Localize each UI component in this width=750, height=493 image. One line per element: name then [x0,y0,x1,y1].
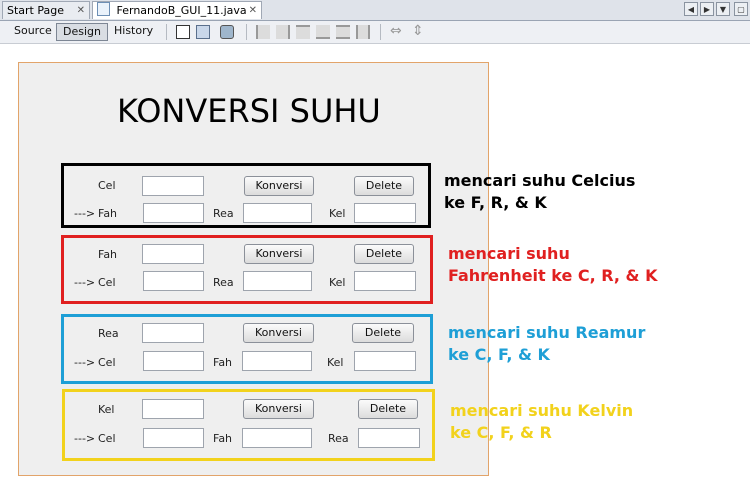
annotation-line: ke C, F, & K [448,345,550,364]
cel-convert-button[interactable]: Konversi [244,176,314,196]
kel-input-label: Kel [98,403,115,416]
rea-input-label: Rea [98,327,119,340]
annotation-line: mencari suhu Reamur [448,323,646,342]
fah-output-field[interactable] [143,203,204,223]
fahrenheit-annotation: mencari suhu Fahrenheit ke C, R, & K [448,243,657,287]
cel-delete-button[interactable]: Delete [354,176,414,196]
cel-output-field[interactable] [143,351,204,371]
fah-output-label: Fah [213,356,233,369]
toolbar-separator [380,24,381,40]
rea-input-field[interactable] [142,323,204,343]
rea-output-label: Rea [213,207,234,220]
fah-input-field[interactable] [142,244,204,264]
cel-output-label: Cel [98,432,116,445]
annotation-line: ke C, F, & R [450,423,552,442]
kelvin-annotation: mencari suhu Kelvin ke C, F, & R [450,400,633,444]
fah-output-label: Fah [213,432,233,445]
align-top-icon[interactable] [316,25,330,39]
preview-design-icon[interactable] [220,25,234,39]
fah-delete-button[interactable]: Delete [354,244,414,264]
cel-output-label: Cel [98,356,116,369]
cel-input-label: Cel [98,179,116,192]
cel-output-field[interactable] [143,428,204,448]
scroll-left-icon[interactable]: ◀ [684,2,698,16]
resize-vertical-icon[interactable]: ⇕ [412,24,426,39]
arrow-label: ---> [74,432,96,445]
tab-java-file[interactable]: FernandoB_GUI_11.java ✕ [92,1,262,19]
java-file-icon [97,2,110,16]
rea-output-label: Rea [328,432,349,445]
kel-output-label: Kel [329,207,346,220]
toolbar-separator [246,24,247,40]
resize-horizontal-icon[interactable]: ⇔ [390,24,404,39]
align-left-icon[interactable] [256,25,270,39]
rea-output-field[interactable] [358,428,420,448]
annotation-line: mencari suhu Celcius [444,171,636,190]
kel-output-field[interactable] [354,203,416,223]
arrow-label: ---> [74,207,96,220]
form-title: KONVERSI SUHU [117,92,381,130]
editor-toolbar: Source Design History ⇔ ⇕ [0,21,750,44]
design-view-button[interactable]: Design [56,23,108,41]
kel-output-field[interactable] [354,351,416,371]
cel-output-field[interactable] [143,271,204,291]
history-view-button[interactable]: History [108,23,159,41]
center-horizontally-icon[interactable] [296,25,310,39]
maximize-window-icon[interactable]: ▢ [734,2,748,16]
toolbar-separator [166,24,167,40]
fah-input-label: Fah [98,248,118,261]
tab-start-page-label: Start Page [7,4,64,17]
annotation-line: Fahrenheit ke C, R, & K [448,266,658,285]
annotation-line: ke F, R, & K [444,193,547,212]
cel-output-label: Cel [98,276,116,289]
fah-output-field[interactable] [242,428,312,448]
source-view-button[interactable]: Source [8,23,58,41]
kel-output-field[interactable] [354,271,416,291]
selection-mode-icon[interactable] [176,25,190,39]
center-vertically-icon[interactable] [356,25,370,39]
close-icon[interactable]: ✕ [249,2,257,20]
arrow-label: ---> [74,356,96,369]
connection-mode-icon[interactable] [196,25,210,39]
rea-convert-button[interactable]: Konversi [243,323,314,343]
celcius-annotation: mencari suhu Celcius ke F, R, & K [444,170,635,214]
rea-output-field[interactable] [243,271,312,291]
rea-output-field[interactable] [243,203,312,223]
align-bottom-icon[interactable] [336,25,350,39]
scroll-right-icon[interactable]: ▶ [700,2,714,16]
arrow-label: ---> [74,276,96,289]
rea-output-label: Rea [213,276,234,289]
show-opened-documents-icon[interactable]: ▼ [716,2,730,16]
align-right-icon[interactable] [276,25,290,39]
fah-output-field[interactable] [242,351,312,371]
annotation-line: mencari suhu Kelvin [450,401,634,420]
annotation-line: mencari suhu [448,244,570,263]
editor-tab-bar: Start Page ✕ FernandoB_GUI_11.java ✕ ◀ ▶… [0,0,750,21]
close-icon[interactable]: ✕ [77,2,85,20]
tab-start-page[interactable]: Start Page ✕ [2,1,90,19]
kel-convert-button[interactable]: Konversi [243,399,314,419]
tab-java-file-label: FernandoB_GUI_11.java [116,4,247,17]
fah-output-label: Fah [98,207,118,220]
reamur-annotation: mencari suhu Reamur ke C, F, & K [448,322,645,366]
fah-convert-button[interactable]: Konversi [244,244,314,264]
cel-input-field[interactable] [142,176,204,196]
kel-input-field[interactable] [142,399,204,419]
kel-output-label: Kel [327,356,344,369]
kel-delete-button[interactable]: Delete [358,399,418,419]
rea-delete-button[interactable]: Delete [352,323,414,343]
kel-output-label: Kel [329,276,346,289]
